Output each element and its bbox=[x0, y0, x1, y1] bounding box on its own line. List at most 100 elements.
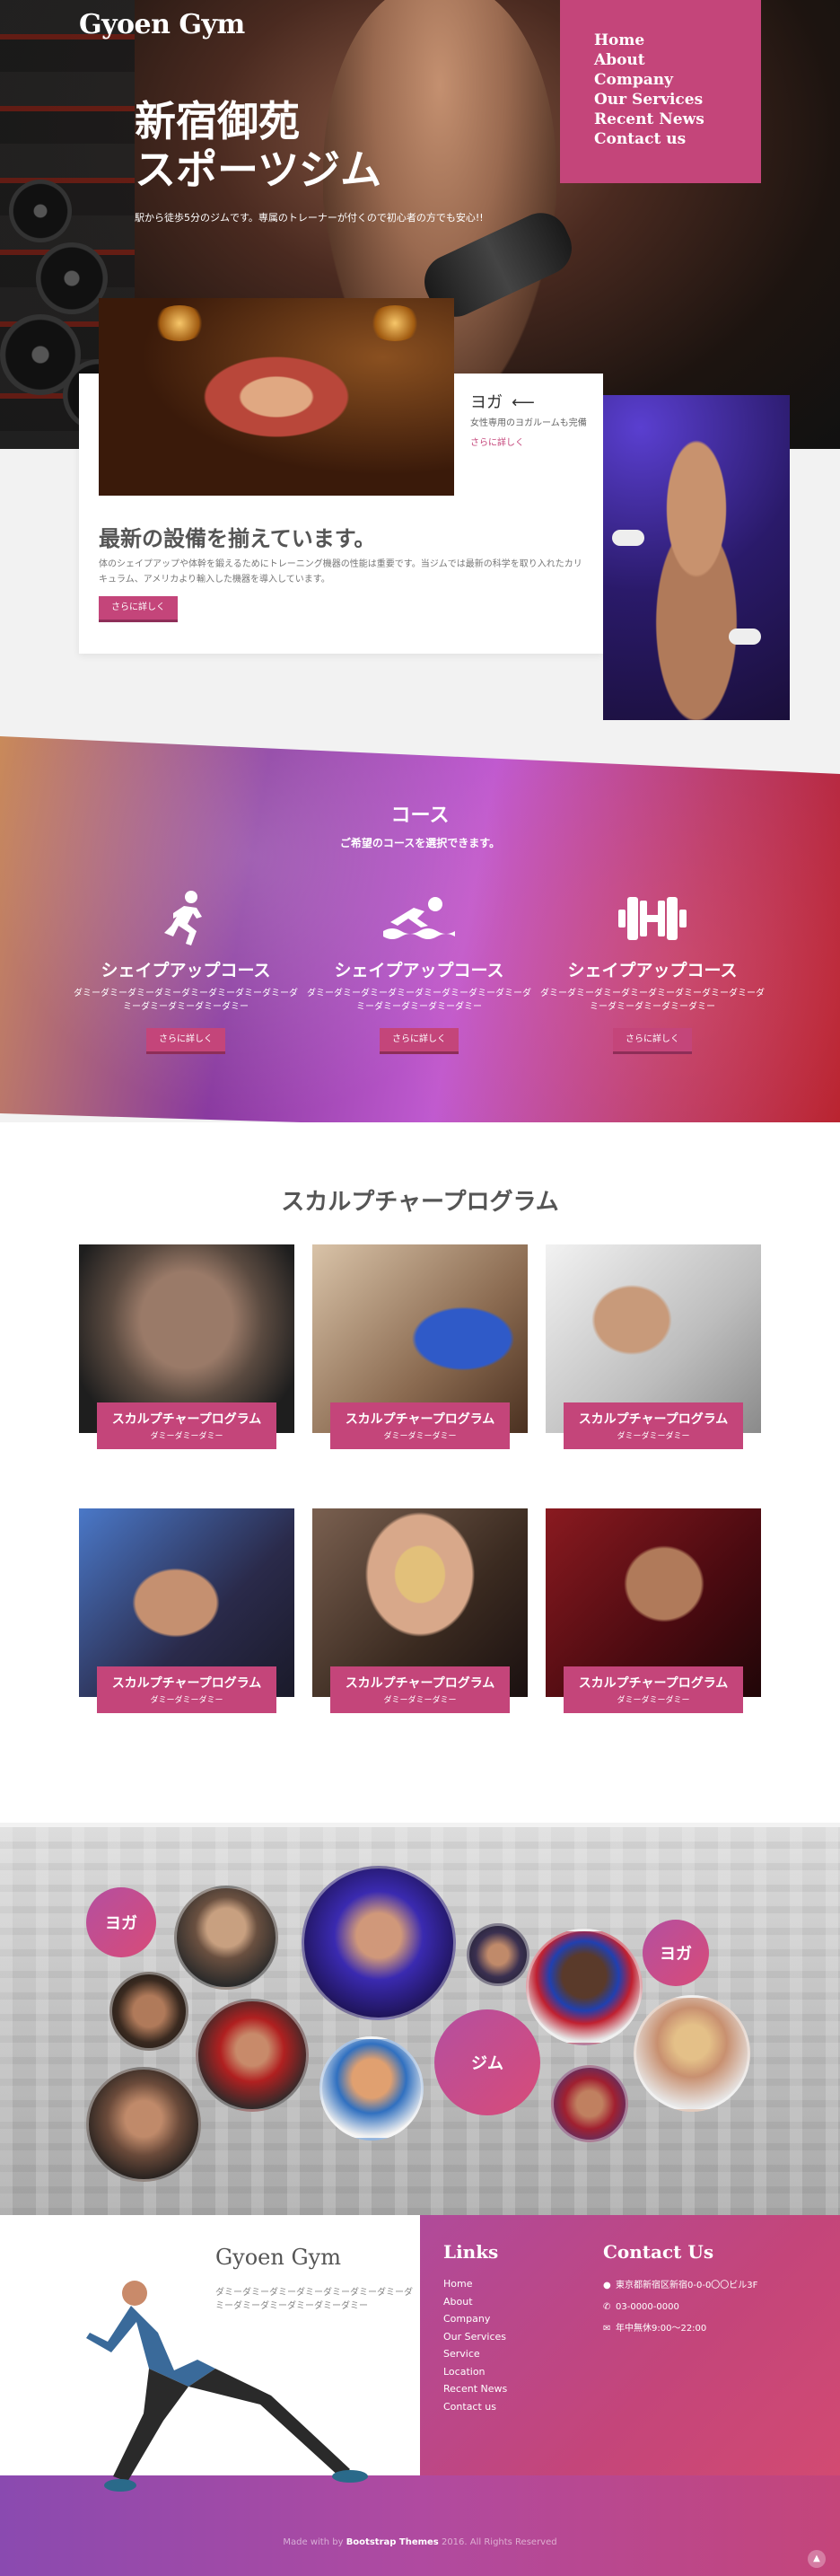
program-caption: スカルプチャープログラムダミーダミーダミー bbox=[97, 1402, 276, 1449]
program-sub: ダミーダミーダミー bbox=[617, 1432, 690, 1441]
program-title: スカルプチャープログラム bbox=[111, 1676, 262, 1691]
program-title: スカルプチャープログラム bbox=[345, 1676, 495, 1691]
main-nav: Home About Company Our Services Recent N… bbox=[560, 0, 761, 183]
footer-link-our-services[interactable]: Our Services bbox=[443, 2328, 507, 2346]
nav-recent-news[interactable]: Recent News bbox=[594, 110, 761, 129]
copyright-pre: Made with by bbox=[283, 2537, 344, 2547]
nav-home[interactable]: Home bbox=[594, 31, 761, 50]
nav-contact-us[interactable]: Contact us bbox=[594, 129, 761, 149]
program-title: スカルプチャープログラム bbox=[578, 1676, 729, 1691]
gallery-photo[interactable] bbox=[86, 2067, 201, 2182]
program-sub: ダミーダミーダミー bbox=[383, 1432, 457, 1441]
gallery-photo[interactable] bbox=[302, 1866, 456, 2020]
fitness-woman-photo bbox=[603, 395, 790, 720]
course-more-button[interactable]: さらに詳しく bbox=[380, 1028, 459, 1051]
lamp-image bbox=[368, 305, 422, 341]
program-title: スカルプチャープログラム bbox=[578, 1412, 729, 1427]
program-title: スカルプチャープログラム bbox=[345, 1412, 495, 1427]
footer-link-about[interactable]: About bbox=[443, 2293, 507, 2311]
program-card[interactable]: スカルプチャープログラムダミーダミーダミー bbox=[312, 1244, 528, 1449]
hero-title-line1: 新宿御苑 bbox=[135, 97, 300, 145]
gallery-photo[interactable] bbox=[174, 1886, 278, 1990]
footer-links-title: Links bbox=[443, 2241, 499, 2263]
weight-plate-image bbox=[36, 242, 108, 314]
arrow-left-icon[interactable]: ⟵ bbox=[512, 393, 535, 412]
copyright-post: 2016. All Rights Reserved bbox=[441, 2537, 557, 2547]
envelope-icon: ✉ bbox=[603, 2324, 611, 2334]
hero-subtitle: 駅から徒歩5分のジムです。専属のトレーナーが付くので初心者の方でも安心!! bbox=[135, 212, 484, 224]
contact-address: 東京都新宿区新宿0-0-0〇〇ビル3F bbox=[616, 2281, 758, 2290]
gallery-tag[interactable]: ヨガ bbox=[86, 1887, 156, 1957]
program-sub: ダミーダミーダミー bbox=[617, 1696, 690, 1705]
program-caption: スカルプチャープログラムダミーダミーダミー bbox=[564, 1666, 743, 1713]
course-card: シェイプアップコース ダミーダミーダミーダミーダミーダミーダミーダミーダミーダミ… bbox=[307, 889, 531, 1051]
site-logo[interactable]: Gyoen Gym bbox=[79, 9, 245, 40]
course-desc: ダミーダミーダミーダミーダミーダミーダミーダミーダミーダミーダミーダミーダミー bbox=[540, 989, 765, 1012]
nav-company[interactable]: Company bbox=[594, 70, 761, 90]
gallery-photo[interactable] bbox=[634, 1995, 750, 2112]
course-desc: ダミーダミーダミーダミーダミーダミーダミーダミーダミーダミーダミーダミーダミー bbox=[307, 989, 531, 1012]
course-more-button[interactable]: さらに詳しく bbox=[146, 1028, 225, 1051]
yoga-label-text: ヨガ bbox=[470, 393, 503, 412]
footer-link-service[interactable]: Service bbox=[443, 2345, 507, 2363]
gallery-photo[interactable] bbox=[319, 2036, 424, 2141]
course-card: シェイプアップコース ダミーダミーダミーダミーダミーダミーダミーダミーダミーダミ… bbox=[74, 889, 298, 1051]
map-pin-icon: ● bbox=[603, 2281, 611, 2290]
footer-logo[interactable]: Gyoen Gym bbox=[215, 2245, 341, 2270]
footer-link-recent-news[interactable]: Recent News bbox=[443, 2380, 507, 2398]
gallery-tag[interactable]: ヨガ bbox=[643, 1920, 709, 1986]
feature-text: 体のシェイプアップや体幹を鍛えるためにトレーニング機器の性能は重要です。当ジムで… bbox=[99, 559, 582, 585]
gallery-photo[interactable] bbox=[551, 2065, 628, 2142]
course-card: シェイプアップコース ダミーダミーダミーダミーダミーダミーダミーダミーダミーダミ… bbox=[540, 889, 765, 1051]
program-caption: スカルプチャープログラムダミーダミーダミー bbox=[564, 1402, 743, 1449]
program-caption: スカルプチャープログラム ダミーダミーダミー bbox=[330, 1666, 510, 1713]
weight-plate-image bbox=[9, 180, 72, 242]
program-card[interactable]: スカルプチャープログラム ダミーダミーダミー bbox=[312, 1508, 528, 1713]
dumbbell-icon bbox=[540, 889, 765, 948]
copyright: Made with by Bootstrap Themes 2016. All … bbox=[0, 2537, 840, 2547]
yoga-description: 女性専用のヨガルームも完備 bbox=[470, 418, 587, 428]
footer-link-home[interactable]: Home bbox=[443, 2275, 507, 2293]
footer-link-company[interactable]: Company bbox=[443, 2310, 507, 2328]
nav-about[interactable]: About bbox=[594, 50, 761, 70]
yoga-more-link[interactable]: さらに詳しく bbox=[470, 435, 524, 448]
program-card[interactable]: スカルプチャープログラムダミーダミーダミー bbox=[546, 1244, 761, 1449]
course-more-button[interactable]: さらに詳しく bbox=[613, 1028, 692, 1051]
feature-title: 最新の設備を揃えています。 bbox=[99, 525, 376, 551]
running-person-icon bbox=[74, 889, 298, 948]
course-desc: ダミーダミーダミーダミーダミーダミーダミーダミーダミーダミーダミーダミーダミー bbox=[74, 989, 298, 1012]
contact-hours: 年中無休9:00〜22:00 bbox=[616, 2324, 707, 2334]
hero-title: 新宿御苑 スポーツジム bbox=[135, 97, 381, 194]
yoga-woman-photo bbox=[99, 298, 454, 496]
courses-subtitle: ご希望のコースを選択できます。 bbox=[339, 837, 501, 849]
scroll-top-icon[interactable]: ▲ bbox=[808, 2550, 826, 2568]
course-name: シェイプアップコース bbox=[334, 961, 504, 980]
program-sub: ダミーダミーダミー bbox=[150, 1432, 223, 1441]
feature-more-button[interactable]: さらに詳しく bbox=[99, 596, 178, 620]
program-caption: スカルプチャープログラムダミーダミーダミー bbox=[330, 1402, 510, 1449]
program-sub: ダミーダミーダミー bbox=[150, 1696, 223, 1705]
yoga-label: ヨガ ⟵ bbox=[470, 390, 535, 413]
program-card[interactable]: スカルプチャープログラムダミーダミーダミー bbox=[79, 1244, 294, 1449]
program-title: スカルプチャープログラム bbox=[111, 1412, 262, 1427]
nav-our-services[interactable]: Our Services bbox=[594, 90, 761, 110]
gallery-photo[interactable] bbox=[196, 1999, 309, 2112]
hero-title-line2: スポーツジム bbox=[135, 145, 382, 194]
courses-title: コース bbox=[390, 804, 450, 827]
phone-icon: ✆ bbox=[603, 2302, 611, 2312]
footer-contact-title: Contact Us bbox=[603, 2241, 714, 2263]
gallery-photo[interactable] bbox=[109, 1972, 188, 2051]
program-card[interactable]: スカルプチャープログラムダミーダミーダミー bbox=[79, 1508, 294, 1713]
copyright-brand-link[interactable]: Bootstrap Themes bbox=[346, 2537, 439, 2547]
dumbbell-image bbox=[612, 530, 644, 546]
footer-link-contact-us[interactable]: Contact us bbox=[443, 2398, 507, 2416]
program-card[interactable]: スカルプチャープログラムダミーダミーダミー bbox=[546, 1508, 761, 1713]
contact-phone[interactable]: 03-0000-0000 bbox=[616, 2302, 679, 2312]
programs-title: スカルプチャープログラム bbox=[0, 1183, 840, 1217]
footer-contact: ● 東京都新宿区新宿0-0-0〇〇ビル3F ✆ 03-0000-0000 ✉ 年中無休… bbox=[603, 2275, 757, 2340]
footer-link-location[interactable]: Location bbox=[443, 2363, 507, 2381]
gallery-photo[interactable] bbox=[467, 1923, 529, 1986]
gallery-tag[interactable]: ジム bbox=[434, 2009, 540, 2115]
dumbbell-image bbox=[729, 629, 761, 645]
gallery-photo[interactable] bbox=[526, 1929, 643, 2045]
